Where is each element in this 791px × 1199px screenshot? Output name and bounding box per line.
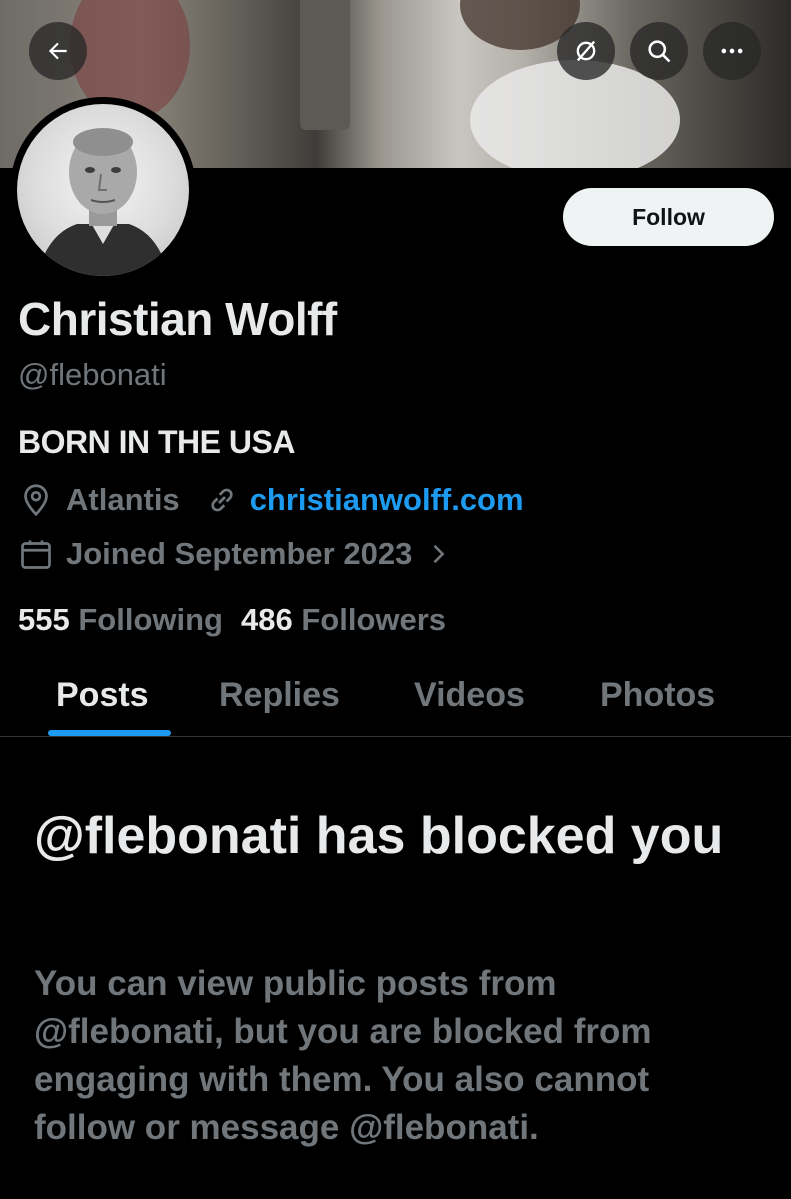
avatar[interactable] [10, 97, 196, 283]
profile-bio: BORN IN THE USA [18, 424, 295, 460]
avatar-image [17, 104, 189, 276]
location-pin-icon [24, 484, 48, 517]
blocked-title: @flebonati has blocked you [34, 807, 724, 865]
chevron-right-icon [433, 544, 445, 564]
profile-handle: @flebonati [18, 357, 167, 392]
back-button[interactable] [29, 22, 87, 80]
following-link[interactable]: 555 Following [18, 602, 223, 638]
grok-button[interactable] [557, 22, 615, 80]
tab-videos[interactable]: Videos [414, 676, 525, 715]
banner-post [300, 0, 350, 130]
profile-name: Christian Wolff [18, 293, 337, 345]
more-button[interactable] [703, 22, 761, 80]
followers-label: Followers [301, 602, 447, 637]
search-button[interactable] [630, 22, 688, 80]
more-horizontal-icon [721, 48, 743, 54]
profile-joined: Joined September 2023 [66, 536, 413, 571]
following-count: 555 [18, 602, 70, 637]
active-tab-indicator [48, 730, 171, 736]
tab-photos[interactable]: Photos [600, 676, 715, 715]
blocked-body: You can view public posts from @flebonat… [34, 964, 652, 1147]
profile-website-link[interactable]: christianwolff.com [250, 482, 524, 518]
calendar-icon [21, 540, 51, 569]
follow-counts: 555 Following 486 Followers [18, 602, 446, 638]
profile-location: Atlantis [66, 482, 180, 517]
following-label: Following [78, 602, 223, 637]
follow-button[interactable]: Follow [563, 188, 774, 246]
followers-count: 486 [241, 602, 293, 637]
followers-link[interactable]: 486 Followers [241, 602, 446, 638]
link-icon [211, 488, 233, 512]
search-icon [648, 40, 671, 63]
tab-posts[interactable]: Posts [56, 676, 149, 715]
arrow-left-icon [48, 42, 67, 60]
tab-replies[interactable]: Replies [219, 676, 340, 715]
profile-joined-row[interactable]: Joined September 2023 [18, 536, 452, 572]
slashed-circle-icon [576, 40, 596, 62]
profile-meta-row: Atlantis christianwolff.com [18, 482, 524, 518]
profile-tabs: Posts Replies Videos Photos [0, 660, 791, 737]
